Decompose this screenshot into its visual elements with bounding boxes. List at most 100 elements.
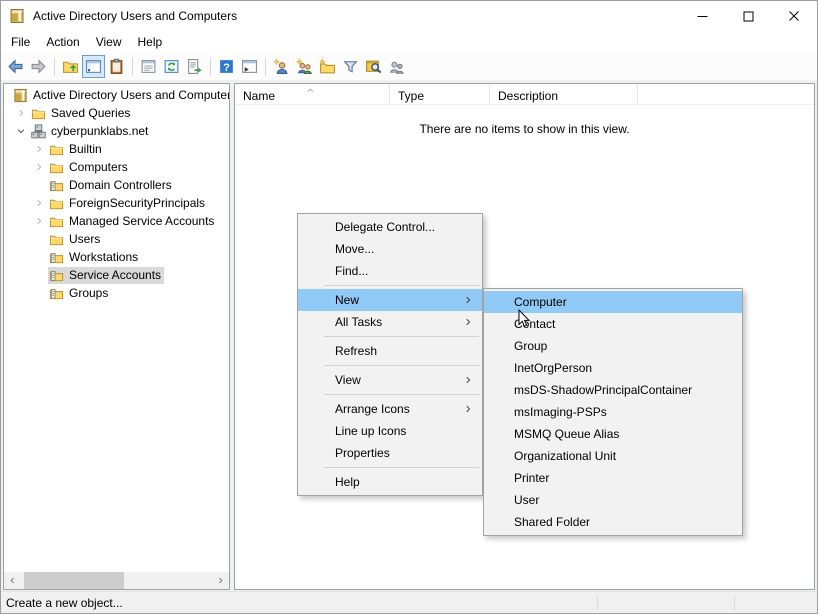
properties-icon [140,58,157,75]
chevron-down-icon[interactable] [12,122,30,140]
menu-item-label: MSMQ Queue Alias [514,427,619,441]
svg-text:?: ? [223,62,230,74]
context-menu-item-line-up-icons[interactable]: Line up Icons [298,420,482,442]
submenu-arrow-icon [463,295,473,305]
menu-item-label: Find... [335,264,368,278]
tree-item-managed-service-accounts[interactable]: Managed Service Accounts [4,212,229,230]
sort-ascending-icon [306,84,315,98]
scrollbar-thumb[interactable] [24,572,124,589]
tree-item-label: Workstations [69,250,138,264]
submenu-item-user[interactable]: User [484,489,742,511]
menu-item-label: User [514,493,539,507]
context-menu-item-arrange-icons[interactable]: Arrange Icons [298,398,482,420]
clipboard-icon [108,58,125,75]
chevron-right-icon [216,576,225,585]
menu-item-label: View [335,373,361,387]
tree-item-workstations[interactable]: Workstations [4,248,229,266]
find-button[interactable] [362,55,385,78]
chevron-right-icon[interactable] [30,212,48,230]
submenu-item-shared-folder[interactable]: Shared Folder [484,511,742,533]
up-one-level-icon [62,58,79,75]
find-icon [365,58,382,75]
tree-horizontal-scrollbar[interactable] [4,572,229,589]
up-one-level-button[interactable] [59,55,82,78]
menu-view[interactable]: View [88,32,130,52]
submenu-item-msimaging-psps[interactable]: msImaging-PSPs [484,401,742,423]
column-header-type[interactable]: Type [390,84,490,105]
menu-item-label: Properties [335,446,390,460]
scroll-left-button[interactable] [4,572,21,589]
submenu-item-group[interactable]: Group [484,335,742,357]
tree-item-domain-controllers[interactable]: Domain Controllers [4,176,229,194]
folder-icon [49,142,64,157]
tree-item-active-directory-users-and-computers[interactable]: Active Directory Users and Computers [4,86,229,104]
export-list-button[interactable] [183,55,206,78]
back-button[interactable] [4,55,27,78]
folder-icon [49,232,64,247]
context-menu-item-find[interactable]: Find... [298,260,482,282]
new-org-unit-icon [319,58,336,75]
context-menu-item-view[interactable]: View [298,369,482,391]
title-bar: Active Directory Users and Computers [1,1,817,31]
context-menu-item-help[interactable]: Help [298,471,482,493]
tree-item-saved-queries[interactable]: Saved Queries [4,104,229,122]
console-tree-toggle-button[interactable] [82,55,105,78]
tree-item-builtin[interactable]: Builtin [4,140,229,158]
new-org-unit-button[interactable] [316,55,339,78]
chevron-right-icon[interactable] [30,194,48,212]
properties-button[interactable] [137,55,160,78]
context-menu-item-properties[interactable]: Properties [298,442,482,464]
menu-separator [324,285,479,286]
tree-item-cyberpunklabs-net[interactable]: cyberpunklabs.net [4,122,229,140]
tree-item-users[interactable]: Users [4,230,229,248]
expander-spacer [30,176,48,194]
tree-item-computers[interactable]: Computers [4,158,229,176]
scroll-right-button[interactable] [212,572,229,589]
submenu-item-inetorgperson[interactable]: InetOrgPerson [484,357,742,379]
tree-item-groups[interactable]: Groups [4,284,229,302]
new-user-button[interactable] [270,55,293,78]
submenu-item-msmq-queue-alias[interactable]: MSMQ Queue Alias [484,423,742,445]
chevron-left-icon [8,576,17,585]
context-menu-item-all-tasks[interactable]: All Tasks [298,311,482,333]
chevron-right-icon[interactable] [12,104,30,122]
menu-separator [324,365,479,366]
context-menu-item-move[interactable]: Move... [298,238,482,260]
menu-help[interactable]: Help [130,32,171,52]
filter-button[interactable] [339,55,362,78]
tree-item-service-accounts[interactable]: Service Accounts [4,266,229,284]
new-group-icon [296,58,313,75]
submenu-item-organizational-unit[interactable]: Organizational Unit [484,445,742,467]
menu-file[interactable]: File [3,32,38,52]
clipboard-button[interactable] [105,55,128,78]
submenu-item-printer[interactable]: Printer [484,467,742,489]
context-menu-item-new[interactable]: New [298,289,482,311]
status-bar: Create a new object... [1,591,817,613]
tree-item-label: Saved Queries [51,106,130,120]
menu-item-label: Help [335,475,360,489]
chevron-right-icon[interactable] [30,140,48,158]
context-menu-item-refresh[interactable]: Refresh [298,340,482,362]
status-text: Create a new object... [6,596,123,610]
column-header-description[interactable]: Description [490,84,638,105]
menu-item-label: All Tasks [335,315,382,329]
help-button[interactable]: ? [215,55,238,78]
delegate-button[interactable] [385,55,408,78]
tree-item-label: Groups [69,286,108,300]
filter-icon [342,58,359,75]
forward-button[interactable] [27,55,50,78]
menu-action[interactable]: Action [38,32,87,52]
minimize-button[interactable] [679,1,725,31]
context-menu-item-delegate-control[interactable]: Delegate Control... [298,216,482,238]
chevron-right-icon[interactable] [30,158,48,176]
refresh-button[interactable] [160,55,183,78]
export-list-icon [186,58,203,75]
domain-icon [31,124,46,139]
show-window-button[interactable] [238,55,261,78]
new-group-button[interactable] [293,55,316,78]
tree-item-foreignsecurityprincipals[interactable]: ForeignSecurityPrincipals [4,194,229,212]
submenu-item-msds-shadowprincipalcontainer[interactable]: msDS-ShadowPrincipalContainer [484,379,742,401]
menu-item-label: msDS-ShadowPrincipalContainer [514,383,692,397]
close-button[interactable] [771,1,817,31]
maximize-button[interactable] [725,1,771,31]
